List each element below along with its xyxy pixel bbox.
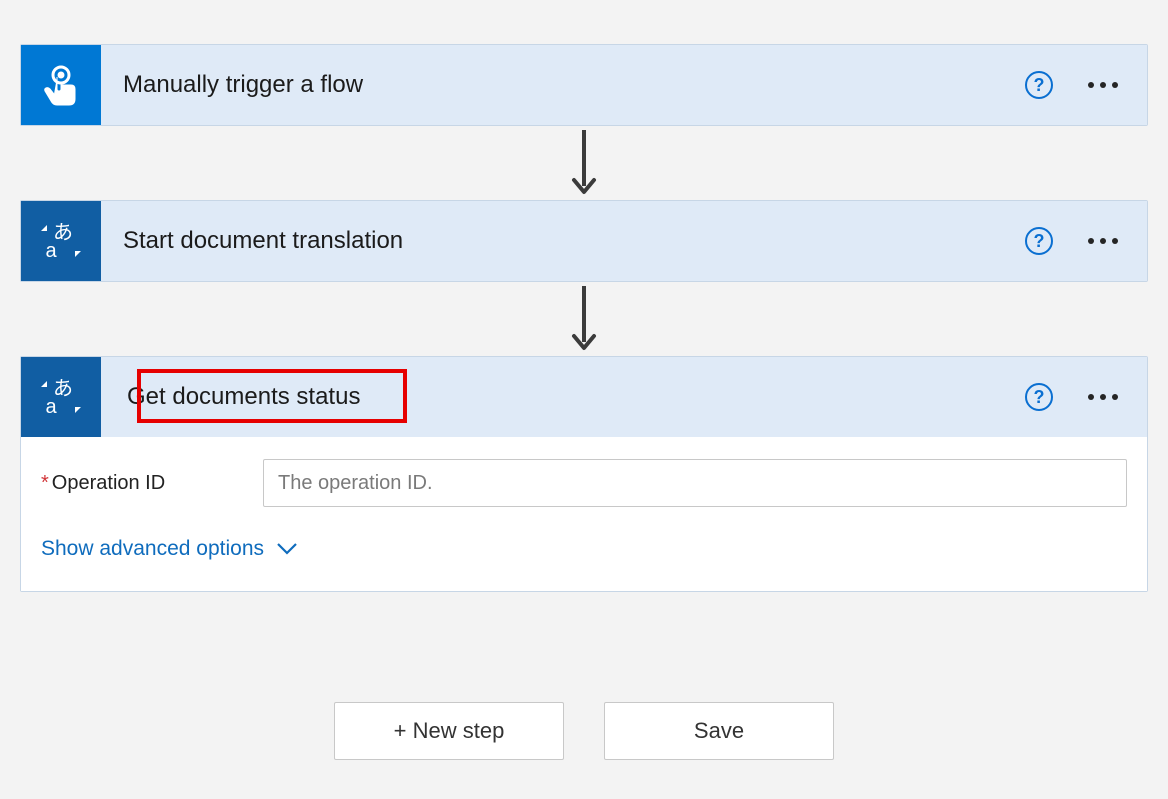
header-actions: ? xyxy=(1025,71,1125,99)
step-header[interactable]: あ a Get documents status ? xyxy=(21,357,1147,437)
touch-icon xyxy=(21,45,101,125)
step-title: Start document translation xyxy=(123,227,1025,255)
save-button[interactable]: Save xyxy=(604,702,834,760)
step-body: *Operation ID Show advanced options xyxy=(21,437,1147,591)
more-menu-icon[interactable] xyxy=(1081,82,1125,88)
chevron-down-icon xyxy=(276,542,298,556)
svg-text:a: a xyxy=(45,396,57,418)
show-advanced-options[interactable]: Show advanced options xyxy=(41,529,298,587)
translate-icon: あ a xyxy=(21,357,101,437)
step-card-trigger: Manually trigger a flow ? xyxy=(20,44,1148,126)
flow-canvas: Manually trigger a flow ? あ a Start docu… xyxy=(20,44,1148,592)
translate-icon: あ a xyxy=(21,201,101,281)
field-label: *Operation ID xyxy=(41,472,263,495)
new-step-button[interactable]: + New step xyxy=(334,702,564,760)
svg-text:a: a xyxy=(45,240,57,262)
bottom-action-bar: + New step Save xyxy=(0,702,1168,760)
advanced-options-label: Show advanced options xyxy=(41,537,264,561)
step-title: Get documents status xyxy=(123,380,1025,414)
step-header[interactable]: あ a Start document translation ? xyxy=(21,201,1147,281)
more-menu-icon[interactable] xyxy=(1081,394,1125,400)
step-title: Manually trigger a flow xyxy=(123,71,1025,99)
field-row-operation-id: *Operation ID xyxy=(41,459,1127,507)
step-card-start-translation: あ a Start document translation ? xyxy=(20,200,1148,282)
step-card-get-status: あ a Get documents status ? *Operation ID… xyxy=(20,356,1148,592)
more-menu-icon[interactable] xyxy=(1081,238,1125,244)
arrow-connector xyxy=(20,282,1148,356)
operation-id-input[interactable] xyxy=(263,459,1127,507)
arrow-connector xyxy=(20,126,1148,200)
header-actions: ? xyxy=(1025,383,1125,411)
help-icon[interactable]: ? xyxy=(1025,227,1053,255)
help-icon[interactable]: ? xyxy=(1025,383,1053,411)
header-actions: ? xyxy=(1025,227,1125,255)
help-icon[interactable]: ? xyxy=(1025,71,1053,99)
step-header[interactable]: Manually trigger a flow ? xyxy=(21,45,1147,125)
